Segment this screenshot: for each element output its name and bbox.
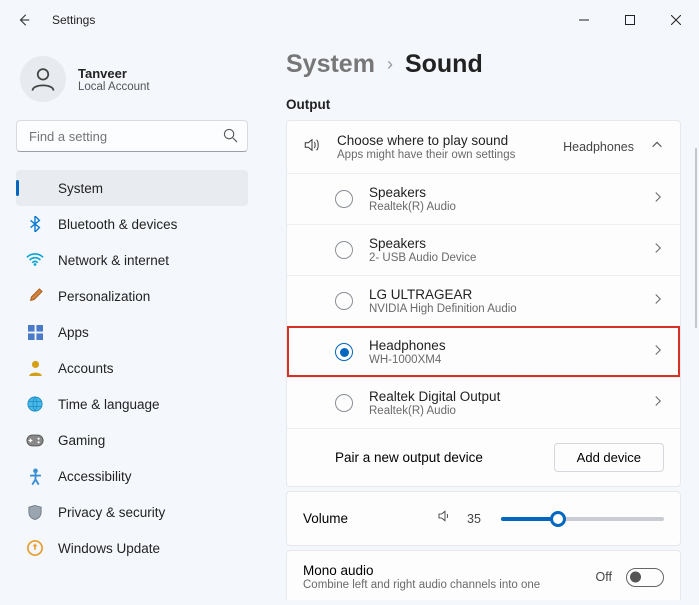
sidebar-item-label: Accounts	[58, 361, 114, 376]
device-row[interactable]: Realtek Digital OutputRealtek(R) Audio	[287, 377, 680, 428]
mono-state: Off	[596, 570, 612, 584]
output-header[interactable]: Choose where to play sound Apps might ha…	[287, 121, 680, 173]
apps-icon	[26, 323, 44, 341]
sidebar-item-gaming[interactable]: Gaming	[16, 422, 248, 458]
user-block[interactable]: Tanveer Local Account	[20, 56, 248, 102]
mono-sub: Combine left and right audio channels in…	[303, 579, 543, 591]
device-title: LG ULTRAGEAR	[369, 287, 636, 302]
minimize-button[interactable]	[561, 0, 607, 40]
sidebar-item-accessibility[interactable]: Accessibility	[16, 458, 248, 494]
sidebar-item-time[interactable]: Time & language	[16, 386, 248, 422]
sidebar-item-personalization[interactable]: Personalization	[16, 278, 248, 314]
chevron-right-icon	[652, 241, 664, 259]
speaker-icon	[303, 136, 321, 159]
search-box[interactable]	[16, 120, 248, 152]
scrollbar[interactable]	[695, 148, 698, 328]
sidebar-item-label: Accessibility	[58, 469, 132, 484]
sidebar-item-privacy[interactable]: Privacy & security	[16, 494, 248, 530]
page-title: Sound	[405, 50, 483, 79]
radio-button[interactable]	[335, 241, 353, 259]
speaker-icon[interactable]	[437, 508, 453, 529]
add-device-button[interactable]: Add device	[554, 443, 664, 472]
mono-title: Mono audio	[303, 563, 582, 578]
radio-button[interactable]	[335, 292, 353, 310]
device-row[interactable]: LG ULTRAGEARNVIDIA High Definition Audio	[287, 275, 680, 326]
device-title: Headphones	[369, 338, 636, 353]
sidebar-item-label: Gaming	[58, 433, 105, 448]
user-sub: Local Account	[78, 81, 150, 93]
search-input[interactable]	[16, 120, 248, 152]
output-header-value: Headphones	[563, 140, 634, 154]
volume-slider[interactable]	[501, 517, 664, 521]
avatar	[20, 56, 66, 102]
sidebar-item-system[interactable]: System	[16, 170, 248, 206]
sidebar-item-label: Bluetooth & devices	[58, 217, 177, 232]
device-sub: Realtek(R) Audio	[369, 201, 636, 213]
sidebar-item-label: Personalization	[58, 289, 150, 304]
output-header-sub: Apps might have their own settings	[337, 149, 547, 161]
network-icon	[26, 251, 44, 269]
device-row[interactable]: SpeakersRealtek(R) Audio	[287, 173, 680, 224]
maximize-button[interactable]	[607, 0, 653, 40]
window-title: Settings	[52, 13, 95, 27]
breadcrumb-parent[interactable]: System	[286, 50, 375, 79]
device-row[interactable]: Speakers2- USB Audio Device	[287, 224, 680, 275]
chevron-right-icon	[652, 190, 664, 208]
sidebar-item-label: Apps	[58, 325, 89, 340]
volume-value: 35	[467, 512, 487, 526]
time-icon	[26, 395, 44, 413]
radio-button[interactable]	[335, 190, 353, 208]
device-row[interactable]: HeadphonesWH-1000XM4	[287, 326, 680, 377]
radio-button[interactable]	[335, 394, 353, 412]
device-title: Realtek Digital Output	[369, 389, 636, 404]
pair-label: Pair a new output device	[335, 450, 554, 465]
sidebar-item-label: Privacy & security	[58, 505, 165, 520]
back-button[interactable]	[14, 10, 34, 30]
personalization-icon	[26, 287, 44, 305]
device-title: Speakers	[369, 236, 636, 251]
volume-card: Volume 35	[286, 491, 681, 546]
section-output-label: Output	[286, 97, 681, 112]
sidebar-item-label: Time & language	[58, 397, 160, 412]
system-icon	[26, 179, 44, 197]
breadcrumb: System › Sound	[286, 50, 681, 79]
mono-toggle[interactable]	[626, 568, 664, 587]
volume-label: Volume	[303, 511, 423, 526]
sidebar-item-update[interactable]: Windows Update	[16, 530, 248, 566]
sidebar-item-bluetooth[interactable]: Bluetooth & devices	[16, 206, 248, 242]
update-icon	[26, 539, 44, 557]
sidebar-item-label: System	[58, 181, 103, 196]
device-sub: Realtek(R) Audio	[369, 405, 636, 417]
accessibility-icon	[26, 467, 44, 485]
sidebar-item-label: Windows Update	[58, 541, 160, 556]
accounts-icon	[26, 359, 44, 377]
output-header-title: Choose where to play sound	[337, 133, 547, 148]
device-sub: NVIDIA High Definition Audio	[369, 303, 636, 315]
chevron-right-icon: ›	[387, 54, 393, 75]
bluetooth-icon	[26, 215, 44, 233]
device-sub: 2- USB Audio Device	[369, 252, 636, 264]
pair-row: Pair a new output device Add device	[287, 428, 680, 486]
privacy-icon	[26, 503, 44, 521]
sidebar-item-accounts[interactable]: Accounts	[16, 350, 248, 386]
volume-thumb[interactable]	[550, 511, 566, 527]
radio-button[interactable]	[335, 343, 353, 361]
search-icon	[223, 128, 238, 148]
chevron-right-icon	[652, 292, 664, 310]
chevron-right-icon	[652, 394, 664, 412]
device-sub: WH-1000XM4	[369, 354, 636, 366]
user-name: Tanveer	[78, 66, 150, 81]
chevron-right-icon	[652, 343, 664, 361]
sidebar-item-apps[interactable]: Apps	[16, 314, 248, 350]
device-title: Speakers	[369, 185, 636, 200]
gaming-icon	[26, 431, 44, 449]
close-button[interactable]	[653, 0, 699, 40]
sidebar-item-network[interactable]: Network & internet	[16, 242, 248, 278]
sidebar-item-label: Network & internet	[58, 253, 169, 268]
mono-card: Mono audio Combine left and right audio …	[286, 550, 681, 600]
output-card: Choose where to play sound Apps might ha…	[286, 120, 681, 487]
chevron-up-icon	[650, 138, 664, 157]
